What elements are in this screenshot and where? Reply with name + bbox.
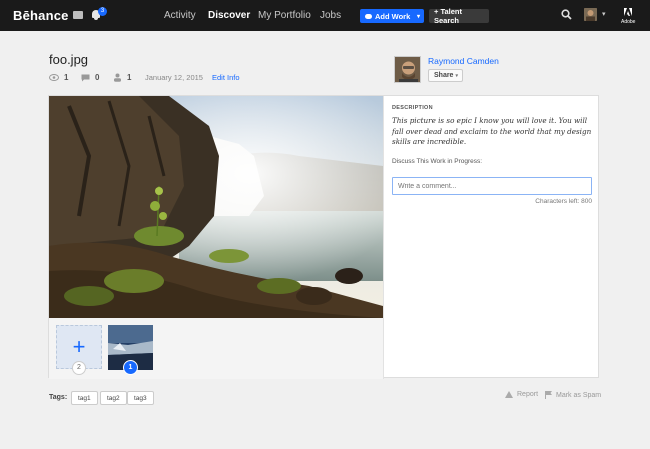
owner-name-link[interactable]: Raymond Camden bbox=[428, 56, 499, 66]
mark-as-spam-link[interactable]: Mark as Spam bbox=[545, 391, 601, 399]
edit-info-link[interactable]: Edit Info bbox=[212, 73, 240, 82]
comment-icon bbox=[81, 74, 90, 81]
cloud-upload-icon bbox=[365, 13, 372, 19]
project-image[interactable] bbox=[49, 96, 383, 318]
caret-down-icon: ▾ bbox=[455, 72, 458, 79]
adobe-logo-icon[interactable] bbox=[624, 8, 632, 16]
tag-button[interactable]: tag1 bbox=[71, 391, 98, 405]
nav-my-portfolio[interactable]: My Portfolio bbox=[258, 10, 311, 21]
talent-search-label: + Talent Search bbox=[434, 7, 462, 25]
chevron-down-icon[interactable]: ▾ bbox=[602, 10, 606, 18]
plus-icon: + bbox=[72, 334, 86, 359]
eye-icon bbox=[49, 74, 59, 81]
nav-discover[interactable]: Discover bbox=[208, 10, 250, 21]
report-label: Report bbox=[517, 391, 539, 398]
project-date: January 12, 2015 bbox=[145, 73, 203, 82]
nav-jobs[interactable]: Jobs bbox=[320, 10, 341, 21]
tags-label: Tags: bbox=[49, 394, 68, 401]
report-link[interactable]: Report bbox=[505, 391, 538, 398]
flag-icon bbox=[545, 391, 552, 399]
user-avatar[interactable] bbox=[584, 8, 597, 21]
warning-icon bbox=[505, 391, 513, 398]
notification-count-badge: 3 bbox=[98, 7, 107, 16]
user-icon bbox=[114, 73, 121, 82]
comments-stat: 0 bbox=[81, 73, 99, 82]
thumbnail-strip: + 2 1 bbox=[49, 318, 383, 379]
views-stat: 1 bbox=[49, 73, 68, 82]
add-work-label: Add Work bbox=[375, 11, 411, 21]
owner-avatar[interactable] bbox=[394, 56, 421, 83]
appreciations-count: 1 bbox=[127, 73, 132, 82]
behance-logo[interactable]: Bēhance bbox=[13, 8, 69, 23]
description-label: DESCRIPTION bbox=[392, 105, 433, 111]
characters-left: Characters left: 800 bbox=[535, 198, 592, 205]
caret-down-icon: ▾ bbox=[416, 13, 420, 20]
add-count-badge: 2 bbox=[72, 361, 86, 375]
project-sidebar: DESCRIPTION This picture is so epic I kn… bbox=[383, 96, 600, 379]
adobe-label: Adobe bbox=[621, 19, 636, 25]
views-count: 1 bbox=[64, 73, 69, 82]
nav-activity[interactable]: Activity bbox=[164, 10, 196, 21]
share-button[interactable]: Share ▾ bbox=[428, 69, 463, 82]
appreciations-stat: 1 bbox=[113, 73, 131, 82]
mark-as-spam-label: Mark as Spam bbox=[556, 391, 602, 399]
comments-count: 0 bbox=[95, 73, 100, 82]
tag-button[interactable]: tag3 bbox=[127, 391, 154, 405]
search-icon[interactable] bbox=[561, 9, 572, 20]
project-card: + 2 1 DESCRIPTION This picture is so epi… bbox=[48, 95, 600, 379]
top-navigation-bar: Bēhance 3 Activity Discover My Portfolio… bbox=[0, 0, 650, 31]
tag-button[interactable]: tag2 bbox=[100, 391, 127, 405]
image-count-badge: 1 bbox=[123, 360, 138, 375]
add-work-button[interactable]: Add Work ▾ bbox=[360, 9, 424, 23]
comment-input[interactable] bbox=[392, 177, 592, 195]
description-text: This picture is so epic I know you will … bbox=[392, 116, 592, 146]
talent-search-button[interactable]: + Talent Search bbox=[429, 7, 489, 25]
mail-icon[interactable] bbox=[73, 11, 83, 19]
discuss-label: Discuss This Work in Progress: bbox=[392, 158, 483, 165]
project-title: foo.jpg bbox=[49, 52, 89, 67]
share-label: Share bbox=[434, 72, 454, 79]
